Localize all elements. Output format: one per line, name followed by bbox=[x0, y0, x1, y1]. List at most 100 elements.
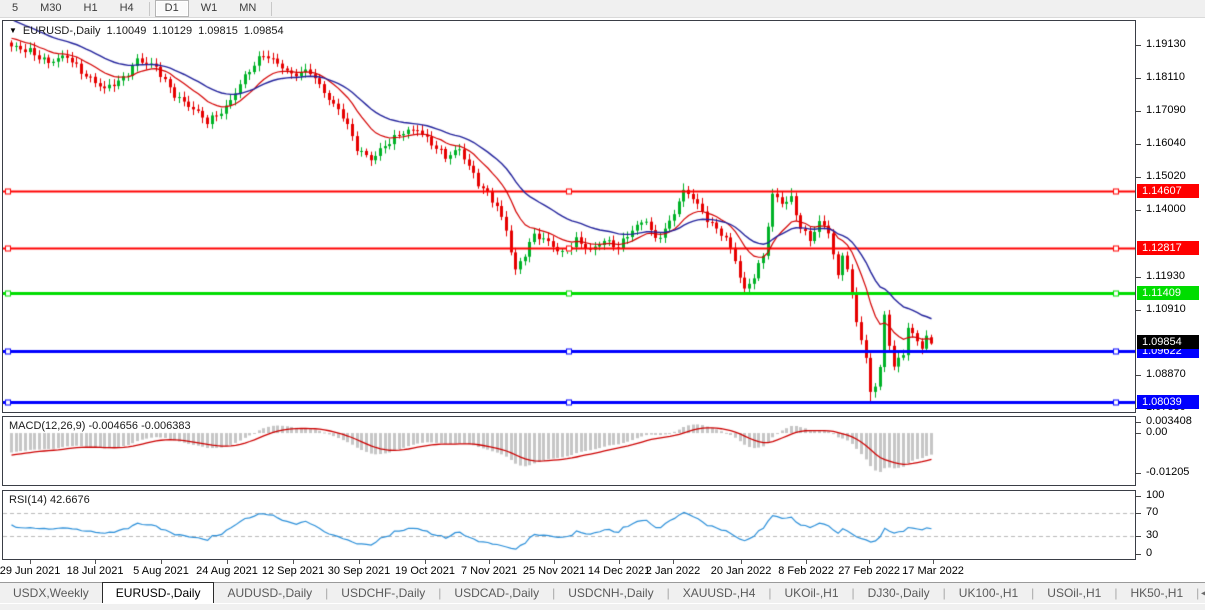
toolbar-separator bbox=[271, 2, 272, 16]
price-axis-label: 1.11930 bbox=[1146, 270, 1185, 282]
price-axis-label: 1.14000 bbox=[1146, 203, 1186, 215]
rsi-axis-label: 100 bbox=[1146, 489, 1164, 501]
time-axis-label: 5 Aug 2021 bbox=[133, 565, 189, 577]
timeframe-button-5[interactable]: 5 bbox=[2, 0, 28, 17]
time-axis-label: 27 Feb 2022 bbox=[838, 565, 900, 577]
chart-tab-usdcad-daily[interactable]: USDCAD-,Daily bbox=[441, 583, 552, 603]
time-axis-tick bbox=[227, 560, 228, 564]
chart-dropdown-icon[interactable]: ▼ bbox=[9, 27, 17, 35]
price-line-badge: 1.14607 bbox=[1137, 184, 1199, 198]
time-axis-label: 2 Jan 2022 bbox=[646, 565, 700, 577]
current-price-badge: 1.09854 bbox=[1137, 335, 1199, 349]
price-axis-label: 1.08870 bbox=[1146, 368, 1186, 380]
time-axis-label: 8 Feb 2022 bbox=[778, 565, 834, 577]
chart-tab-ukoil-h1[interactable]: UKOil-,H1 bbox=[772, 583, 852, 603]
price-axis-tick bbox=[1136, 45, 1141, 46]
price-chart-canvas[interactable] bbox=[3, 21, 1135, 412]
price-axis-label: 1.16040 bbox=[1146, 137, 1186, 149]
rsi-axis-tick bbox=[1136, 554, 1141, 555]
price-line-badge: 1.11409 bbox=[1137, 286, 1199, 300]
time-axis-label: 14 Dec 2021 bbox=[588, 565, 650, 577]
rsi-axis-tick bbox=[1136, 513, 1141, 514]
chart-tab-hk50-h1[interactable]: HK50-,H1 bbox=[1117, 583, 1196, 603]
time-axis-label: 20 Jan 2022 bbox=[711, 565, 772, 577]
time-axis-tick bbox=[30, 560, 31, 564]
quote-close: 1.09854 bbox=[244, 25, 284, 37]
chart-tab-xauusd-h4[interactable]: XAUUSD-,H4 bbox=[670, 583, 769, 603]
tab-scroll-left-icon[interactable]: ◄ bbox=[1199, 588, 1205, 598]
chart-title: ▼ EURUSD-,Daily 1.10049 1.10129 1.09815 … bbox=[9, 25, 284, 37]
chart-tab-eurusd-daily[interactable]: EURUSD-,Daily bbox=[102, 582, 215, 603]
macd-label: MACD(12,26,9) -0.004656 -0.006383 bbox=[9, 420, 191, 432]
chart-symbol-label: EURUSD-,Daily bbox=[23, 25, 101, 37]
time-axis-tick bbox=[359, 560, 360, 564]
timeframe-button-h4[interactable]: H4 bbox=[110, 0, 144, 17]
macd-axis-tick bbox=[1136, 422, 1141, 423]
time-axis-tick bbox=[933, 560, 934, 564]
price-chart-panel: ▼ EURUSD-,Daily 1.10049 1.10129 1.09815 … bbox=[2, 20, 1136, 413]
price-line-badge: 1.12817 bbox=[1137, 241, 1199, 255]
time-axis-label: 29 Jun 2021 bbox=[0, 565, 60, 577]
time-axis-tick bbox=[161, 560, 162, 564]
time-axis-label: 30 Sep 2021 bbox=[328, 565, 390, 577]
timeframe-button-d1[interactable]: D1 bbox=[155, 0, 189, 17]
mt4-window: 5M30H1H4 D1W1MN ▼ EURUSD-,Daily 1.10049 1… bbox=[0, 0, 1205, 610]
time-axis-tick bbox=[293, 560, 294, 564]
macd-indicator-panel: MACD(12,26,9) -0.004656 -0.006383 bbox=[2, 416, 1136, 486]
toolbar-separator bbox=[149, 2, 150, 16]
rsi-canvas[interactable] bbox=[3, 491, 1135, 559]
quote-high: 1.10129 bbox=[152, 25, 192, 37]
quote-low: 1.09815 bbox=[198, 25, 238, 37]
timeframe-button-w1[interactable]: W1 bbox=[191, 0, 228, 17]
time-axis-label: 18 Jul 2021 bbox=[67, 565, 124, 577]
price-axis[interactable]: 1.191301.181101.170901.160401.150201.140… bbox=[1136, 18, 1205, 580]
chart-tab-usoil-h1[interactable]: USOil-,H1 bbox=[1034, 583, 1114, 603]
chart-tab-dj30-daily[interactable]: DJ30-,Daily bbox=[855, 583, 943, 603]
macd-axis-label: 0.003408 bbox=[1146, 415, 1192, 427]
time-axis-tick bbox=[741, 560, 742, 564]
chart-tab-audusd-daily[interactable]: AUDUSD-,Daily bbox=[214, 583, 325, 603]
time-axis-tick bbox=[489, 560, 490, 564]
price-axis-label: 1.18110 bbox=[1146, 71, 1185, 83]
chart-tabbar: USDX,WeeklyEURUSD-,DailyAUDUSD-,Daily|US… bbox=[0, 582, 1205, 603]
rsi-axis-label: 30 bbox=[1146, 529, 1158, 541]
price-axis-tick bbox=[1136, 78, 1141, 79]
timeframe-button-mn[interactable]: MN bbox=[229, 0, 266, 17]
rsi-axis-tick bbox=[1136, 496, 1141, 497]
tab-scroll-controls: ◄► bbox=[1199, 588, 1205, 598]
chart-tab-usdx-weekly[interactable]: USDX,Weekly bbox=[0, 583, 102, 603]
macd-axis-label: 0.00 bbox=[1146, 426, 1167, 438]
macd-axis-tick bbox=[1136, 473, 1141, 474]
rsi-axis-label: 0 bbox=[1146, 547, 1152, 559]
time-axis[interactable]: 29 Jun 202118 Jul 20215 Aug 202124 Aug 2… bbox=[2, 560, 1136, 582]
price-axis-label: 1.19130 bbox=[1146, 38, 1186, 50]
time-axis-tick bbox=[95, 560, 96, 564]
price-axis-tick bbox=[1136, 144, 1141, 145]
quote-open: 1.10049 bbox=[107, 25, 147, 37]
price-axis-tick bbox=[1136, 375, 1141, 376]
chart-tab-uk100-h1[interactable]: UK100-,H1 bbox=[946, 583, 1031, 603]
price-axis-tick bbox=[1136, 177, 1141, 178]
time-axis-label: 25 Nov 2021 bbox=[523, 565, 585, 577]
time-axis-tick bbox=[806, 560, 807, 564]
price-line-badge: 1.08039 bbox=[1137, 395, 1199, 409]
macd-axis-tick bbox=[1136, 433, 1141, 434]
rsi-indicator-panel: RSI(14) 42.6676 bbox=[2, 490, 1136, 560]
macd-axis-label: -0.01205 bbox=[1146, 466, 1189, 478]
price-axis-label: 1.15020 bbox=[1146, 170, 1186, 182]
timeframe-button-h1[interactable]: H1 bbox=[74, 0, 108, 17]
price-axis-label: 1.10910 bbox=[1146, 303, 1186, 315]
price-axis-tick bbox=[1136, 111, 1141, 112]
time-axis-label: 7 Nov 2021 bbox=[461, 565, 517, 577]
time-axis-tick bbox=[619, 560, 620, 564]
chart-tab-usdchf-daily[interactable]: USDCHF-,Daily bbox=[328, 583, 438, 603]
price-axis-tick bbox=[1136, 310, 1141, 311]
time-axis-label: 12 Sep 2021 bbox=[262, 565, 324, 577]
time-axis-tick bbox=[673, 560, 674, 564]
timeframe-button-m30[interactable]: M30 bbox=[30, 0, 71, 17]
rsi-axis-tick bbox=[1136, 536, 1141, 537]
chart-tab-usdcnh-daily[interactable]: USDCNH-,Daily bbox=[555, 583, 666, 603]
rsi-axis-label: 70 bbox=[1146, 506, 1158, 518]
price-axis-tick bbox=[1136, 277, 1141, 278]
time-axis-label: 19 Oct 2021 bbox=[395, 565, 455, 577]
